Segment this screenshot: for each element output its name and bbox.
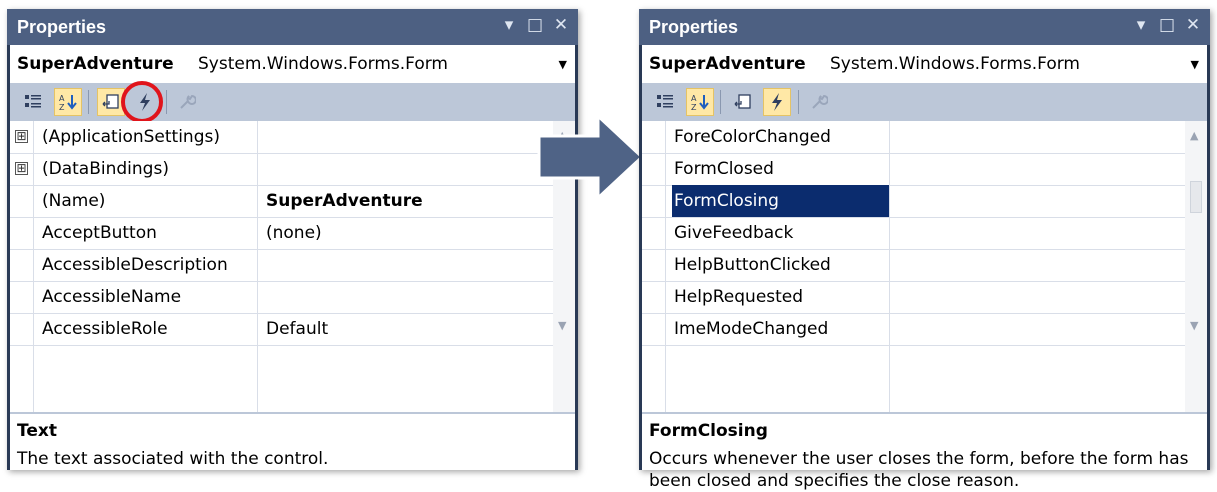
object-type: System.Windows.Forms.Form bbox=[830, 54, 1080, 74]
property-row[interactable]: ⊞ (ApplicationSettings) bbox=[10, 121, 553, 153]
panel-title: Properties bbox=[649, 17, 739, 37]
property-value[interactable]: Default bbox=[266, 313, 328, 345]
object-selector[interactable]: SuperAdventure System.Windows.Forms.Form… bbox=[642, 45, 1207, 83]
event-grid: ForeColorChanged FormClosed FormClosing … bbox=[642, 121, 1207, 412]
expand-icon[interactable]: ⊞ bbox=[15, 162, 28, 175]
svg-text:Z: Z bbox=[691, 103, 697, 112]
property-value[interactable]: SuperAdventure bbox=[266, 185, 423, 217]
vertical-scrollbar[interactable]: ▲ ▼ bbox=[1185, 121, 1207, 412]
chevron-down-icon[interactable]: ▾ bbox=[500, 15, 518, 35]
property-name: (Name) bbox=[42, 191, 106, 211]
properties-panel-left: Properties ▾ □ ✕ SuperAdventure System.W… bbox=[7, 9, 578, 470]
object-type: System.Windows.Forms.Form bbox=[198, 54, 448, 74]
events-lightning-icon[interactable] bbox=[763, 88, 791, 116]
property-name: AccessibleName bbox=[42, 287, 182, 307]
description-title: FormClosing bbox=[649, 421, 768, 441]
property-row[interactable]: (Name) SuperAdventure bbox=[10, 185, 553, 217]
properties-toolbar: AZ bbox=[642, 83, 1207, 121]
svg-text:Z: Z bbox=[59, 103, 65, 112]
scroll-down-icon[interactable]: ▼ bbox=[1190, 319, 1198, 332]
description-title: Text bbox=[17, 421, 57, 441]
property-row[interactable]: ⊞ (DataBindings) bbox=[10, 153, 553, 185]
arrow-right-icon bbox=[537, 112, 645, 202]
object-name: SuperAdventure bbox=[649, 54, 806, 74]
categorized-icon[interactable] bbox=[19, 88, 47, 116]
event-row[interactable]: GiveFeedback bbox=[642, 217, 1185, 249]
event-row-selected[interactable]: FormClosing bbox=[642, 185, 1185, 217]
description-pane: FormClosing Occurs whenever the user clo… bbox=[642, 412, 1207, 491]
panel-title-bar[interactable]: Properties ▾ □ ✕ bbox=[7, 9, 578, 45]
event-name: HelpButtonClicked bbox=[674, 255, 831, 275]
event-row[interactable]: ForeColorChanged bbox=[642, 121, 1185, 153]
svg-text:A: A bbox=[691, 94, 697, 103]
event-row[interactable]: ImeModeChanged bbox=[642, 313, 1185, 345]
maximize-icon[interactable]: □ bbox=[526, 15, 544, 35]
property-grid: ⊞ (ApplicationSettings) ⊞ (DataBindings)… bbox=[10, 121, 575, 412]
scroll-thumb[interactable] bbox=[1190, 181, 1202, 213]
property-row[interactable]: AccessibleName bbox=[10, 281, 553, 313]
event-row[interactable]: HelpRequested bbox=[642, 281, 1185, 313]
description-text: The text associated with the control. bbox=[17, 449, 329, 469]
scroll-down-icon[interactable]: ▼ bbox=[558, 319, 566, 332]
property-pages-wrench-icon bbox=[173, 88, 201, 116]
highlight-circle bbox=[121, 81, 163, 123]
panel-title-bar[interactable]: Properties ▾ □ ✕ bbox=[639, 9, 1210, 45]
description-pane: Text The text associated with the contro… bbox=[10, 412, 575, 470]
expand-icon[interactable]: ⊞ bbox=[15, 130, 28, 143]
object-selector[interactable]: SuperAdventure System.Windows.Forms.Form… bbox=[10, 45, 575, 83]
description-text: Occurs whenever the user closes the form… bbox=[649, 449, 1189, 491]
property-name: AccessibleRole bbox=[42, 319, 168, 339]
chevron-down-icon[interactable]: ▾ bbox=[1132, 15, 1150, 35]
property-name: AcceptButton bbox=[42, 223, 157, 243]
property-name: (ApplicationSettings) bbox=[42, 127, 220, 147]
event-name: ForeColorChanged bbox=[674, 127, 831, 147]
property-row[interactable]: AccessibleRole Default bbox=[10, 313, 553, 345]
property-pages-wrench-icon bbox=[805, 88, 833, 116]
object-name: SuperAdventure bbox=[17, 54, 174, 74]
event-row[interactable]: FormClosed bbox=[642, 153, 1185, 185]
categorized-icon[interactable] bbox=[651, 88, 679, 116]
property-row[interactable]: AccessibleDescription bbox=[10, 249, 553, 281]
maximize-icon[interactable]: □ bbox=[1158, 15, 1176, 35]
chevron-down-icon[interactable]: ▼ bbox=[559, 58, 567, 71]
property-name: AccessibleDescription bbox=[42, 255, 228, 275]
properties-panel-right: Properties ▾ □ ✕ SuperAdventure System.W… bbox=[639, 9, 1210, 491]
properties-icon[interactable] bbox=[729, 88, 757, 116]
alphabetical-icon[interactable]: AZ bbox=[54, 88, 82, 116]
property-name: (DataBindings) bbox=[42, 159, 169, 179]
property-value[interactable]: (none) bbox=[266, 217, 322, 249]
event-name: HelpRequested bbox=[674, 287, 804, 307]
property-row[interactable]: AcceptButton (none) bbox=[10, 217, 553, 249]
event-row[interactable]: HelpButtonClicked bbox=[642, 249, 1185, 281]
close-icon[interactable]: ✕ bbox=[552, 15, 570, 35]
scroll-up-icon[interactable]: ▲ bbox=[1190, 129, 1198, 142]
panel-title: Properties bbox=[17, 17, 107, 37]
event-name: GiveFeedback bbox=[674, 223, 794, 243]
svg-text:A: A bbox=[59, 94, 65, 103]
chevron-down-icon[interactable]: ▼ bbox=[1191, 58, 1199, 71]
properties-toolbar: AZ bbox=[10, 81, 575, 123]
close-icon[interactable]: ✕ bbox=[1184, 15, 1202, 35]
alphabetical-icon[interactable]: AZ bbox=[686, 88, 714, 116]
event-name: FormClosing bbox=[672, 185, 889, 217]
event-name: FormClosed bbox=[674, 159, 774, 179]
event-name: ImeModeChanged bbox=[674, 319, 829, 339]
